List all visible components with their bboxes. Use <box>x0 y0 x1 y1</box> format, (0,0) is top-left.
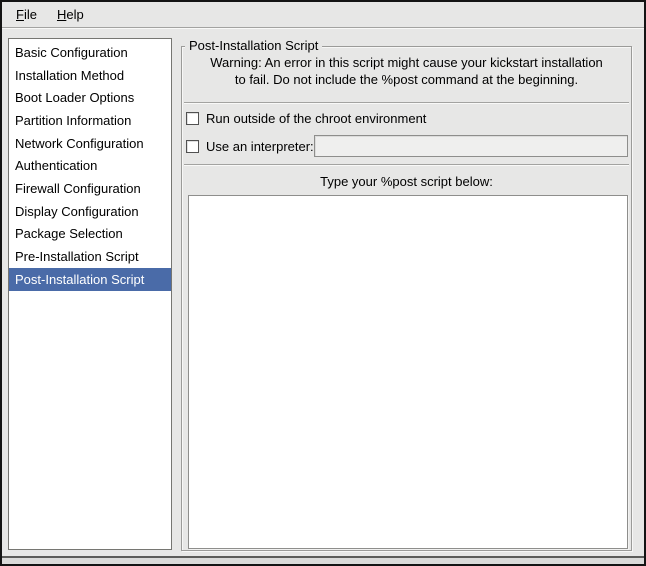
menu-help[interactable]: Help <box>47 3 94 27</box>
warning-text: Warning: An error in this script might c… <box>182 54 631 88</box>
sidebar-item-pre-installation-script[interactable]: Pre-Installation Script <box>9 245 171 268</box>
sidebar-item-boot-loader-options[interactable]: Boot Loader Options <box>9 86 171 109</box>
interpreter-input[interactable] <box>314 135 628 157</box>
section-list: Basic Configuration Installation Method … <box>8 38 172 550</box>
script-textarea-frame <box>188 195 628 549</box>
menu-file[interactable]: File <box>6 3 47 27</box>
script-textarea[interactable] <box>189 196 627 548</box>
sidebar-item-package-selection[interactable]: Package Selection <box>9 223 171 246</box>
separator <box>184 102 629 104</box>
interpreter-checkbox-label: Use an interpreter: <box>206 139 314 154</box>
post-installation-script-panel: Post-Installation Script Warning: An err… <box>181 46 632 551</box>
sidebar-item-post-installation-script[interactable]: Post-Installation Script <box>9 268 171 291</box>
sidebar-item-display-configuration[interactable]: Display Configuration <box>9 200 171 223</box>
panel-title: Post-Installation Script <box>185 38 322 54</box>
chroot-checkbox[interactable] <box>186 112 199 125</box>
sidebar-item-basic-configuration[interactable]: Basic Configuration <box>9 41 171 64</box>
separator <box>184 164 629 166</box>
chroot-checkbox-label: Run outside of the chroot environment <box>206 111 426 126</box>
interpreter-checkbox[interactable] <box>186 140 199 153</box>
sidebar-item-installation-method[interactable]: Installation Method <box>9 64 171 87</box>
interpreter-checkbox-row[interactable]: Use an interpreter: <box>186 136 314 156</box>
script-label: Type your %post script below: <box>182 174 631 189</box>
sidebar-item-authentication[interactable]: Authentication <box>9 154 171 177</box>
sidebar-item-firewall-configuration[interactable]: Firewall Configuration <box>9 177 171 200</box>
chroot-checkbox-row[interactable]: Run outside of the chroot environment <box>186 108 426 128</box>
sidebar-item-partition-information[interactable]: Partition Information <box>9 109 171 132</box>
menubar: File Help <box>2 2 644 28</box>
window-bottom-shadow <box>2 558 644 564</box>
sidebar-item-network-configuration[interactable]: Network Configuration <box>9 132 171 155</box>
kickstart-configurator-window: File Help Basic Configuration Installati… <box>0 0 646 566</box>
